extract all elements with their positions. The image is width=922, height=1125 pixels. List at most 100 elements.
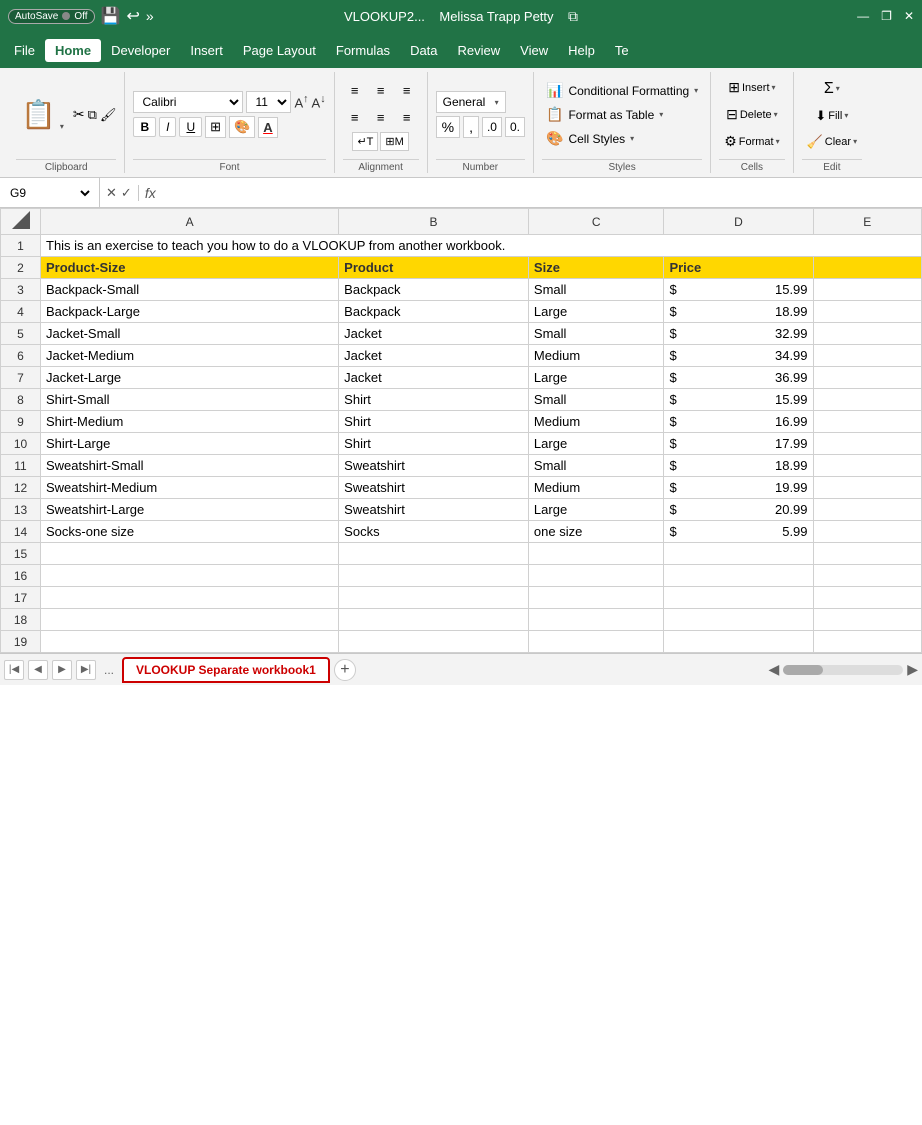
format-as-table-button[interactable]: 📋 Format as Table ▾: [542, 104, 702, 125]
menu-data[interactable]: Data: [400, 39, 447, 62]
cell-a3[interactable]: Backpack-Small: [41, 279, 339, 301]
cell-b12[interactable]: Sweatshirt: [339, 477, 529, 499]
cell-c19[interactable]: [528, 631, 664, 653]
cell-b8[interactable]: Shirt: [339, 389, 529, 411]
autosave-badge[interactable]: AutoSave Off: [8, 9, 95, 24]
cell-b3[interactable]: Backpack: [339, 279, 529, 301]
comma-icon[interactable]: ,: [463, 116, 479, 138]
align-top-right-icon[interactable]: ≡: [395, 78, 419, 102]
wrap-text-icon[interactable]: ↵T: [352, 132, 378, 151]
cell-e16[interactable]: [813, 565, 921, 587]
cell-c17[interactable]: [528, 587, 664, 609]
merge-cells-icon[interactable]: ⊞M: [380, 132, 408, 151]
cell-c11[interactable]: Small: [528, 455, 664, 477]
insert-cells-btn[interactable]: ⊞ Insert ▾: [723, 76, 780, 99]
cell-e18[interactable]: [813, 609, 921, 631]
menu-page-layout[interactable]: Page Layout: [233, 39, 326, 62]
fill-btn[interactable]: ⬇ Fill ▾: [810, 105, 853, 127]
cell-d2[interactable]: Price: [664, 257, 813, 279]
cell-a12[interactable]: Sweatshirt-Medium: [41, 477, 339, 499]
cell-e12[interactable]: [813, 477, 921, 499]
cell-b13[interactable]: Sweatshirt: [339, 499, 529, 521]
cell-b7[interactable]: Jacket: [339, 367, 529, 389]
cell-c12[interactable]: Medium: [528, 477, 664, 499]
menu-insert[interactable]: Insert: [180, 39, 233, 62]
cell-b18[interactable]: [339, 609, 529, 631]
cell-c4[interactable]: Large: [528, 301, 664, 323]
cell-b11[interactable]: Sweatshirt: [339, 455, 529, 477]
cell-a15[interactable]: [41, 543, 339, 565]
cell-d14[interactable]: $5.99: [664, 521, 813, 543]
cell-c9[interactable]: Medium: [528, 411, 664, 433]
cell-e4[interactable]: [813, 301, 921, 323]
cell-c3[interactable]: Small: [528, 279, 664, 301]
horizontal-scroll-right[interactable]: ▶: [907, 661, 918, 678]
cell-a2[interactable]: Product-Size: [41, 257, 339, 279]
undo-icon[interactable]: ↩: [126, 6, 139, 26]
cell-c18[interactable]: [528, 609, 664, 631]
cell-b2[interactable]: Product: [339, 257, 529, 279]
cell-e13[interactable]: [813, 499, 921, 521]
cell-d16[interactable]: [664, 565, 813, 587]
nav-next-btn[interactable]: ▶: [52, 660, 72, 680]
sheet-tab[interactable]: VLOOKUP Separate workbook1: [122, 657, 330, 683]
align-center-icon[interactable]: ≡: [369, 105, 393, 129]
cell-d12[interactable]: $19.99: [664, 477, 813, 499]
delete-cells-btn[interactable]: ⊟ Delete ▾: [721, 103, 783, 126]
conditional-formatting-button[interactable]: 📊 Conditional Formatting ▾: [542, 80, 702, 101]
cell-a1[interactable]: This is an exercise to teach you how to …: [41, 235, 922, 257]
nav-first-btn[interactable]: |◀: [4, 660, 24, 680]
cell-e10[interactable]: [813, 433, 921, 455]
save-icon[interactable]: 💾: [101, 6, 121, 26]
menu-help[interactable]: Help: [558, 39, 605, 62]
cell-e2[interactable]: [813, 257, 921, 279]
add-sheet-btn[interactable]: +: [334, 659, 356, 681]
cell-e7[interactable]: [813, 367, 921, 389]
cell-d9[interactable]: $16.99: [664, 411, 813, 433]
cell-c8[interactable]: Small: [528, 389, 664, 411]
cell-b6[interactable]: Jacket: [339, 345, 529, 367]
cell-a7[interactable]: Jacket-Large: [41, 367, 339, 389]
percent-icon[interactable]: %: [436, 116, 460, 138]
cell-c13[interactable]: Large: [528, 499, 664, 521]
cell-d4[interactable]: $18.99: [664, 301, 813, 323]
font-color-icon[interactable]: A: [258, 117, 277, 138]
cell-d17[interactable]: [664, 587, 813, 609]
cell-d7[interactable]: $36.99: [664, 367, 813, 389]
cell-c16[interactable]: [528, 565, 664, 587]
copy-icon[interactable]: ⧉: [88, 107, 97, 123]
col-header-d[interactable]: D: [664, 209, 813, 235]
cell-b17[interactable]: [339, 587, 529, 609]
col-header-b[interactable]: B: [339, 209, 529, 235]
italic-button[interactable]: I: [159, 117, 176, 137]
format-cells-btn[interactable]: ⚙ Format ▾: [719, 130, 784, 153]
fill-color-icon[interactable]: 🎨: [229, 116, 255, 138]
cell-b9[interactable]: Shirt: [339, 411, 529, 433]
close-btn[interactable]: ✕: [904, 9, 914, 23]
bold-button[interactable]: B: [133, 117, 156, 137]
decrease-font-icon[interactable]: A↓: [312, 93, 326, 110]
cell-d13[interactable]: $20.99: [664, 499, 813, 521]
cell-a6[interactable]: Jacket-Medium: [41, 345, 339, 367]
cell-a17[interactable]: [41, 587, 339, 609]
cell-c6[interactable]: Medium: [528, 345, 664, 367]
cell-b19[interactable]: [339, 631, 529, 653]
increase-decimal-icon[interactable]: .0: [482, 117, 502, 137]
menu-te[interactable]: Te: [605, 39, 639, 62]
cell-e9[interactable]: [813, 411, 921, 433]
cell-a9[interactable]: Shirt-Medium: [41, 411, 339, 433]
cell-b4[interactable]: Backpack: [339, 301, 529, 323]
cell-a14[interactable]: Socks-one size: [41, 521, 339, 543]
cell-a11[interactable]: Sweatshirt-Small: [41, 455, 339, 477]
cell-d11[interactable]: $18.99: [664, 455, 813, 477]
col-header-c[interactable]: C: [528, 209, 664, 235]
cell-d19[interactable]: [664, 631, 813, 653]
cell-d5[interactable]: $32.99: [664, 323, 813, 345]
number-format-display[interactable]: General ▾: [436, 91, 506, 113]
clear-btn[interactable]: 🧹 Clear ▾: [802, 131, 863, 153]
menu-view[interactable]: View: [510, 39, 558, 62]
cell-c7[interactable]: Large: [528, 367, 664, 389]
paste-button[interactable]: 📋 ▾: [16, 95, 69, 134]
cancel-formula-btn[interactable]: ✕: [106, 185, 117, 201]
format-painter-icon[interactable]: 🖌: [100, 107, 117, 123]
